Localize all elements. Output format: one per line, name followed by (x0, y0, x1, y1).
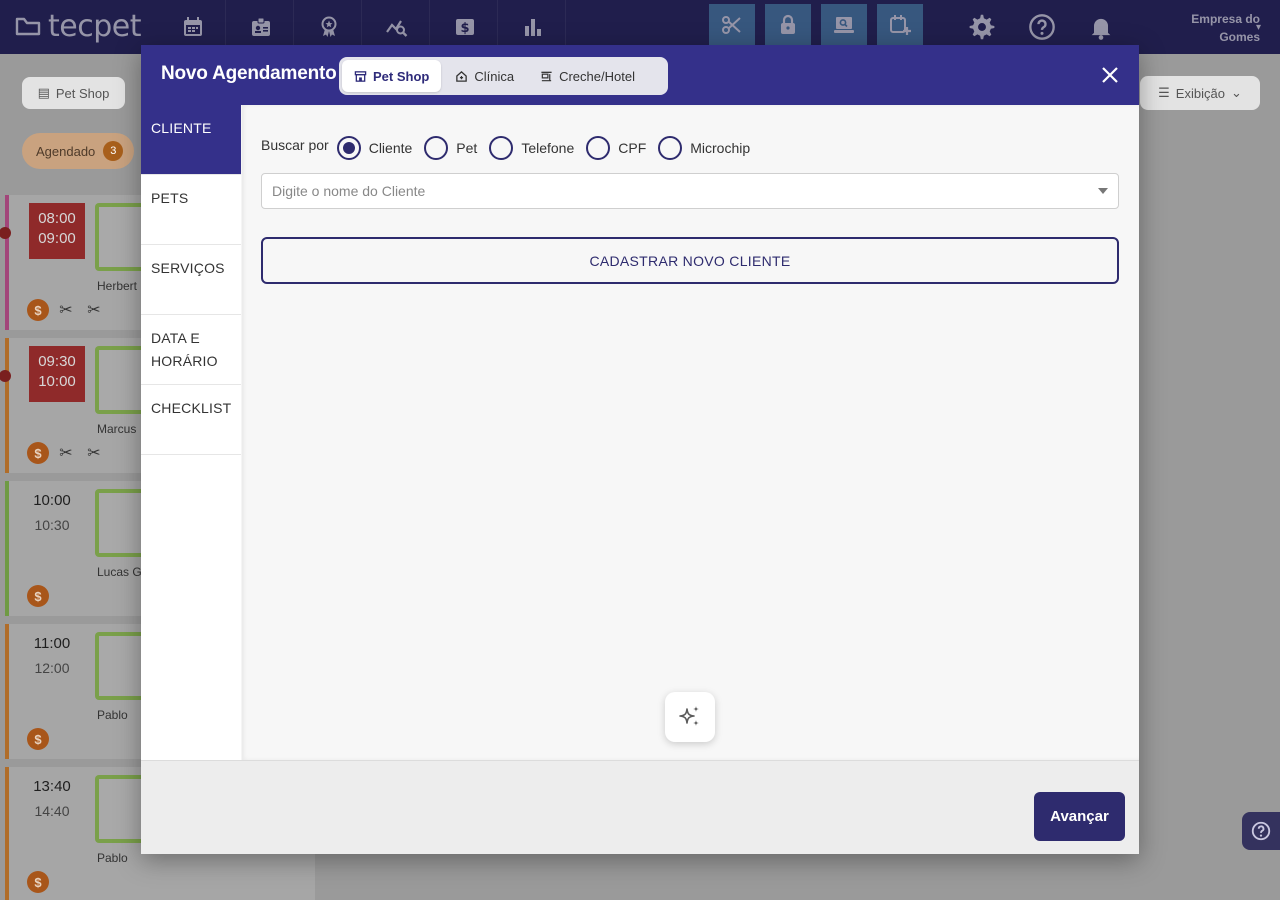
time-box: 13:40 14:40 (17, 775, 87, 823)
tab-pet-shop[interactable]: Pet Shop (342, 60, 442, 92)
step-pets[interactable]: PETS (141, 175, 241, 245)
step-services[interactable]: SERVIÇOS (141, 245, 241, 315)
client-step-content: Buscar por Cliente Pet Telefone CPF Micr… (242, 105, 1139, 760)
search-option-phone[interactable]: Telefone (489, 136, 574, 160)
status-dot (0, 227, 11, 239)
search-option-label: Cliente (368, 140, 413, 156)
service-type-selector: Pet Shop Clínica Creche/Hotel (339, 57, 668, 95)
start-time: 11:00 (33, 635, 71, 652)
time-box: 10:00 10:30 (17, 489, 87, 537)
search-option-label: Pet (456, 140, 478, 156)
client-search-field[interactable] (261, 173, 1119, 209)
modal-title: Novo Agendamento (161, 63, 337, 84)
time-box: 08:00 09:00 (29, 203, 85, 259)
end-time: 10:00 (38, 373, 76, 390)
radio-unselected (424, 136, 449, 160)
radio-unselected (489, 136, 514, 160)
tab-daycare-hotel[interactable]: Creche/Hotel (528, 60, 647, 92)
wizard-steps: CLIENTE PETS SERVIÇOS DATA E HORÁRIO CHE… (141, 105, 241, 760)
status-chip-label: Agendado (36, 143, 96, 159)
tab-pet-shop-label: Pet Shop (373, 68, 430, 84)
radio-unselected (586, 136, 611, 160)
search-by-label: Buscar por (261, 137, 329, 153)
store-icon: ▤ (37, 85, 50, 100)
register-new-client-button[interactable]: CADASTRAR NOVO CLIENTE (261, 237, 1119, 284)
modal-header: Novo Agendamento Pet Shop Clínica Creche… (141, 45, 1139, 105)
client-name: Pablo (97, 851, 128, 865)
step-checklist[interactable]: CHECKLIST (141, 385, 241, 455)
close-modal-button[interactable] (1097, 62, 1123, 88)
end-time: 10:30 (34, 517, 70, 533)
display-options-button[interactable]: ☰ Exibição ⌄ (1140, 76, 1260, 110)
client-name: Marcus (97, 422, 137, 436)
search-option-label: CPF (618, 140, 647, 156)
status-chip-scheduled[interactable]: Agendado 3 (22, 133, 134, 169)
daycare-icon (541, 71, 552, 81)
status-dot (0, 370, 11, 382)
pet-shop-filter-label: Pet Shop (55, 85, 110, 101)
tab-daycare-hotel-label: Creche/Hotel (559, 68, 635, 84)
search-option-label: Telefone (521, 140, 575, 156)
pet-shop-filter-button[interactable]: ▤ Pet Shop (22, 77, 125, 109)
time-box: 09:30 10:00 (29, 346, 85, 402)
scissors-icon: ✂ (87, 302, 101, 319)
tab-clinic-label: Clínica (474, 68, 515, 84)
medal-icon: ✂ (59, 445, 73, 462)
chevron-down-icon: ⌄ (1230, 85, 1242, 100)
step-date-time[interactable]: DATA E HORÁRIO (141, 315, 241, 385)
search-option-label: Microchip (690, 140, 751, 156)
radio-unselected (658, 136, 683, 160)
start-time: 09:30 (38, 353, 76, 370)
end-time: 14:40 (34, 803, 70, 819)
status-chip-count: 3 (103, 141, 124, 161)
chevron-down-icon[interactable] (1098, 188, 1108, 194)
payment-icon: $ (27, 299, 49, 321)
start-time: 13:40 (33, 778, 71, 795)
search-option-client[interactable]: Cliente (336, 136, 413, 160)
end-time: 09:00 (38, 230, 76, 247)
ai-assistant-button[interactable] (665, 692, 715, 742)
time-box: 11:00 12:00 (17, 632, 87, 680)
start-time: 08:00 (38, 210, 76, 227)
new-appointment-modal: Novo Agendamento Pet Shop Clínica Creche… (141, 45, 1139, 854)
end-time: 12:00 (34, 660, 70, 676)
client-name: Pablo (97, 708, 128, 722)
question-icon (1251, 821, 1271, 841)
radio-selected (336, 136, 361, 160)
floating-help-button[interactable] (1242, 812, 1280, 850)
sparkles-icon (679, 706, 699, 726)
close-icon (1102, 67, 1118, 83)
payment-icon: $ (27, 871, 49, 893)
search-by-group: Buscar por Cliente Pet Telefone CPF Micr… (261, 133, 762, 163)
client-name: Herbert (97, 279, 138, 293)
start-time: 10:00 (33, 492, 71, 509)
medal-icon: ✂ (59, 302, 73, 319)
display-options-label: Exibição (1175, 85, 1225, 101)
client-search-input[interactable] (262, 174, 1082, 208)
sliders-icon: ☰ (1158, 85, 1170, 100)
payment-icon: $ (27, 728, 49, 750)
search-option-pet[interactable]: Pet (424, 136, 477, 160)
store-icon (354, 70, 367, 82)
search-option-microchip[interactable]: Microchip (658, 136, 750, 160)
payment-icon: $ (27, 585, 49, 607)
scissors-icon: ✂ (87, 445, 101, 462)
next-button[interactable]: Avançar (1034, 792, 1125, 841)
payment-icon: $ (27, 442, 49, 464)
step-client[interactable]: CLIENTE (141, 105, 241, 175)
modal-footer: Avançar (141, 760, 1139, 854)
search-option-cpf[interactable]: CPF (586, 136, 646, 160)
clinic-icon (456, 70, 468, 82)
tab-clinic[interactable]: Clínica (443, 60, 526, 92)
